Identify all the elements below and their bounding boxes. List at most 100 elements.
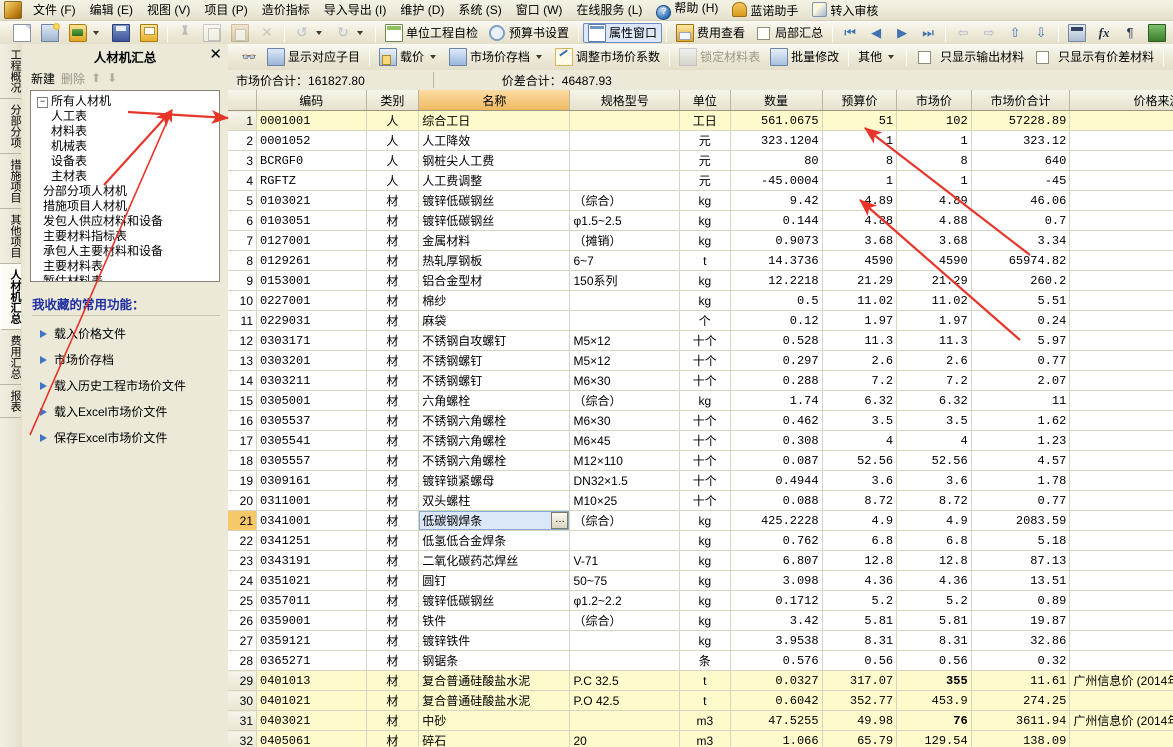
table-row[interactable]: 10001001人综合工日工日561.06755110257228.8951 — [228, 110, 1173, 131]
cell-source[interactable] — [1069, 690, 1173, 711]
cell-spec[interactable]: M12×110 — [569, 450, 681, 471]
cell-budget[interactable]: 4.89 — [822, 190, 898, 211]
move-right-button[interactable]: ⇨ — [976, 23, 1002, 43]
cell-mtotal[interactable]: 0.77 — [971, 490, 1071, 511]
book-button[interactable] — [1143, 23, 1171, 43]
table-body[interactable]: 10001001人综合工日工日561.06755110257228.895120… — [228, 110, 1173, 747]
cell-unit[interactable]: kg — [679, 390, 731, 411]
cell-mtotal[interactable]: 46.06 — [971, 190, 1071, 211]
cell-rn[interactable]: 26 — [228, 610, 257, 631]
material-grid[interactable]: 编码类别名称规格型号单位数量预算价市场价市场价合计价格来源价差价 1000100… — [228, 90, 1173, 747]
cell-source[interactable] — [1069, 210, 1173, 231]
tree-node-contractor-material[interactable]: 承包人主要材料和设备 — [31, 244, 219, 259]
cell-name[interactable]: 镀锌低碳钢丝 — [418, 590, 571, 611]
cell-cat[interactable]: 材 — [366, 670, 420, 691]
price-file-field[interactable]: 价格文件：广 — [1168, 47, 1173, 67]
find-button[interactable]: 👓 — [236, 47, 262, 67]
cell-qty[interactable]: 3.42 — [730, 610, 823, 631]
table-row[interactable]: 23 0343191 材 二氧化碳药芯焊丝 V-71 kg 6.807 12.8 12.8 87.… — [228, 550, 1173, 571]
cell-unit[interactable]: 十个 — [679, 350, 731, 371]
diff-only-checkbox[interactable]: 只显示有价差材料 — [1029, 47, 1159, 67]
cell-rn[interactable]: 19 — [228, 470, 257, 491]
cell-cat[interactable]: 材 — [366, 370, 420, 391]
cell-cat[interactable]: 材 — [366, 650, 420, 671]
tree-node-major-material[interactable]: 主要材料表 — [31, 259, 219, 274]
cell-name[interactable]: 钢桩尖人工费 — [418, 150, 571, 171]
calculator-button[interactable] — [1063, 23, 1091, 43]
chevron-down-icon[interactable] — [536, 55, 543, 59]
menu-item-project[interactable]: 项目 (P) — [197, 1, 254, 20]
cell-rn[interactable]: 24 — [228, 570, 257, 591]
cell-rn[interactable]: 23 — [228, 550, 257, 571]
cell-rn[interactable]: 16 — [228, 410, 257, 431]
cell-mtotal[interactable]: 0.77 — [971, 350, 1071, 371]
cell-budget[interactable]: 6.8 — [822, 530, 898, 551]
table-row[interactable]: 240351021材圆钉50~75kg3.0984.364.3613.510 — [228, 570, 1173, 591]
cell-market[interactable]: 4.36 — [896, 570, 972, 591]
cell-market[interactable]: 21.29 — [896, 270, 972, 291]
cell-code[interactable]: 0343191 — [256, 550, 367, 571]
tab-other-items[interactable]: 其他项目 — [0, 209, 21, 264]
cell-unit[interactable]: t — [679, 670, 731, 691]
column-header-unit[interactable]: 单位 — [679, 90, 731, 111]
column-header-market[interactable]: 市场价 — [896, 90, 972, 111]
tab-project-overview[interactable]: 工程概况 — [0, 44, 21, 99]
cell-qty[interactable]: 0.462 — [730, 410, 823, 431]
table-row[interactable]: 12 0303171 材 不锈钢自攻螺钉 M5×12 十个 0.528 11.3 11.3 5.9… — [228, 330, 1173, 351]
cell-cat[interactable]: 材 — [366, 590, 420, 611]
cell-mtotal[interactable]: 87.13 — [971, 550, 1071, 571]
cell-market[interactable]: 3.5 — [896, 410, 972, 431]
cell-unit[interactable]: 十个 — [679, 370, 731, 391]
cell-spec[interactable] — [569, 530, 681, 551]
cell-rn[interactable]: 18 — [228, 450, 257, 471]
delete-node-button[interactable]: 删除 — [61, 70, 85, 87]
cell-source[interactable] — [1069, 390, 1173, 411]
menu-item-transfer-review[interactable]: 转入审核 — [805, 0, 885, 21]
cell-mtotal[interactable]: 260.2 — [971, 270, 1071, 291]
cell-budget[interactable]: 21.29 — [822, 270, 898, 291]
table-row[interactable]: 150305001材六角螺栓（综合）kg1.746.326.32110 — [228, 390, 1173, 411]
cut-button[interactable] — [172, 23, 198, 43]
load-price-button[interactable]: 载价 — [374, 47, 444, 67]
cell-code[interactable]: 0351021 — [256, 570, 367, 591]
tree-node-labor[interactable]: 人工表 — [31, 109, 219, 124]
cell-spec[interactable] — [569, 650, 681, 671]
cell-code[interactable]: 0405061 — [256, 730, 367, 747]
cell-name[interactable]: 双头螺柱 — [418, 490, 571, 511]
menu-item-import-export[interactable]: 导入导出 (I) — [317, 1, 394, 20]
tree-node-main-material[interactable]: 主材表 — [31, 169, 219, 184]
cell-cat[interactable]: 材 — [366, 250, 420, 271]
cell-cat[interactable]: 材 — [366, 230, 420, 251]
cell-rn[interactable]: 1 — [228, 110, 257, 131]
cell-qty[interactable]: 1.74 — [730, 390, 823, 411]
undo-button[interactable]: ↺ — [289, 23, 330, 43]
cell-spec[interactable] — [569, 310, 681, 331]
paragraph-button[interactable]: ¶ — [1117, 23, 1143, 43]
cell-rn[interactable]: 30 — [228, 690, 257, 711]
cell-unit[interactable]: m3 — [679, 710, 731, 731]
cell-budget[interactable]: 6.32 — [822, 390, 898, 411]
cell-unit[interactable]: t — [679, 690, 731, 711]
cell-rn[interactable]: 28 — [228, 650, 257, 671]
cell-budget[interactable]: 4.36 — [822, 570, 898, 591]
cell-source[interactable]: 广州信息价 (2014年07月) — [1069, 670, 1173, 691]
cell-name[interactable]: 二氧化碳药芯焊丝 — [418, 550, 571, 571]
cell-budget[interactable]: 1 — [822, 170, 898, 191]
cell-spec[interactable]: M6×30 — [569, 410, 681, 431]
cell-source[interactable] — [1069, 610, 1173, 631]
cell-source[interactable] — [1069, 630, 1173, 651]
cell-market[interactable]: 453.9 — [896, 690, 972, 711]
cell-source[interactable] — [1069, 410, 1173, 431]
output-only-checkbox[interactable]: 只显示输出材料 — [911, 47, 1029, 67]
cell-code[interactable]: 0305541 — [256, 430, 367, 451]
cell-unit[interactable]: kg — [679, 190, 731, 211]
cell-name[interactable]: 圆钉 — [418, 570, 571, 591]
cell-mtotal[interactable]: 0.32 — [971, 650, 1071, 671]
cell-mtotal[interactable]: 13.51 — [971, 570, 1071, 591]
adjust-coefficient-button[interactable]: 调整市场价系数 — [550, 47, 665, 67]
cell-rn[interactable]: 31 — [228, 710, 257, 731]
self-check-button[interactable]: 单位工程自检 — [380, 23, 483, 43]
cell-cat[interactable]: 材 — [366, 310, 420, 331]
new-project-button[interactable] — [36, 23, 64, 43]
cell-code[interactable]: 0001001 — [256, 110, 367, 131]
